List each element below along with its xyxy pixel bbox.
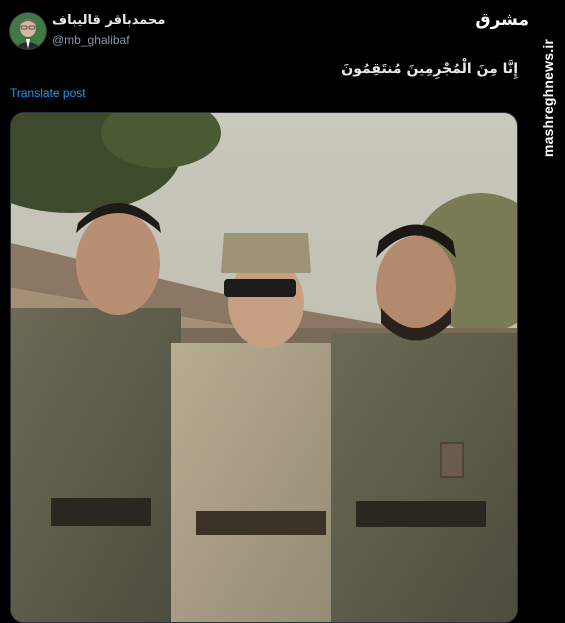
site-watermark: mashreghnews.ir [540, 38, 556, 158]
translate-post-link[interactable]: Translate post [10, 86, 86, 100]
post-text: إِنَّا مِنَ الْمُجْرِمِينَ مُنتَقِمُونَ [341, 61, 518, 77]
avatar[interactable] [9, 12, 47, 50]
post-photo[interactable] [10, 112, 518, 623]
mashregh-logo: مشرق [475, 10, 529, 30]
post-card: محمدباقر قالیباف @mb_ghalibaf إِنَّا مِن… [0, 0, 532, 623]
user-handle[interactable]: @mb_ghalibaf [52, 33, 130, 47]
display-name[interactable]: محمدباقر قالیباف [52, 13, 165, 28]
